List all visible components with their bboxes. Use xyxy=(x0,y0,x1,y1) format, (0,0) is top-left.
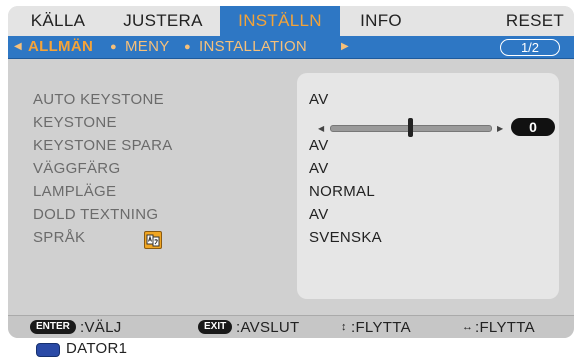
page-indicator: 1/2 xyxy=(500,39,560,56)
keystone-slider-handle[interactable] xyxy=(408,118,413,137)
subtab-installation[interactable]: INSTALLATION xyxy=(199,36,307,58)
setting-label-dold-textning[interactable]: DOLD TEXTNING xyxy=(33,206,158,223)
setting-value-auto-keystone[interactable]: AV xyxy=(309,91,329,108)
exit-hint: :AVSLUT xyxy=(236,319,300,336)
setting-value-vaggfarg[interactable]: AV xyxy=(309,160,329,177)
left-arrow-icon[interactable]: ◀ xyxy=(14,36,22,58)
keystone-value: 0 xyxy=(511,118,555,136)
exit-key-badge: EXIT xyxy=(198,320,233,334)
subtab-allman[interactable]: ALLMÄN xyxy=(28,36,93,58)
leftright-hint: :FLYTTA xyxy=(475,319,535,336)
language-icon xyxy=(144,231,162,249)
osd-menu: KÄLLA JUSTERA INSTÄLLN INFO RESET ◀ ALLM… xyxy=(8,6,574,338)
tab-reset[interactable]: RESET xyxy=(502,6,568,36)
right-arrow-icon[interactable]: ▶ xyxy=(341,36,349,58)
setting-value-keystone-spara[interactable]: AV xyxy=(309,137,329,154)
enter-hint: :VÄLJ xyxy=(80,319,122,336)
setting-value-dold-textning[interactable]: AV xyxy=(309,206,329,223)
subtab-meny[interactable]: MENY xyxy=(125,36,170,58)
tab-kalla[interactable]: KÄLLA xyxy=(16,6,100,36)
updown-hint: :FLYTTA xyxy=(351,319,411,336)
tab-justera[interactable]: JUSTERA xyxy=(112,6,214,36)
tab-info[interactable]: INFO xyxy=(348,6,414,36)
setting-label-keystone[interactable]: KEYSTONE xyxy=(33,114,117,131)
slider-left-arrow-icon[interactable]: ◀ xyxy=(318,123,324,135)
settings-panel: AUTO KEYSTONE AV KEYSTONE ◀ ▶ 0 KEYSTONE… xyxy=(8,59,574,315)
subtab-bar: ◀ ALLMÄN ● MENY ● INSTALLATION ▶ 1/2 xyxy=(8,36,574,59)
source-label: DATOR1 xyxy=(66,340,128,357)
setting-label-keystone-spara[interactable]: KEYSTONE SPARA xyxy=(33,137,173,154)
setting-label-auto-keystone[interactable]: AUTO KEYSTONE xyxy=(33,91,164,108)
tab-installn[interactable]: INSTÄLLN xyxy=(220,6,340,36)
computer-input-icon xyxy=(36,343,60,357)
footer-bar: ENTER :VÄLJ EXIT :AVSLUT ↕ :FLYTTA ↔ :FL… xyxy=(8,315,574,338)
setting-label-vaggfarg[interactable]: VÄGGFÄRG xyxy=(33,160,120,177)
separator-dot-icon: ● xyxy=(184,41,191,53)
setting-label-lamplage[interactable]: LAMPLÄGE xyxy=(33,183,116,200)
setting-value-lamplage[interactable]: NORMAL xyxy=(309,183,375,200)
setting-label-sprak[interactable]: SPRÅK xyxy=(33,229,85,246)
left-right-arrows-icon: ↔ xyxy=(462,321,473,333)
tab-bar: KÄLLA JUSTERA INSTÄLLN INFO RESET xyxy=(8,6,574,36)
slider-right-arrow-icon[interactable]: ▶ xyxy=(497,123,503,135)
enter-key-badge: ENTER xyxy=(30,320,76,334)
separator-dot-icon: ● xyxy=(110,41,117,53)
up-down-arrows-icon: ↕ xyxy=(341,321,347,333)
setting-value-sprak[interactable]: SVENSKA xyxy=(309,229,382,246)
